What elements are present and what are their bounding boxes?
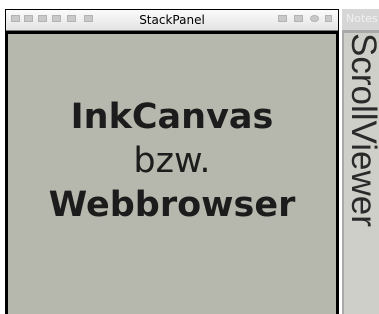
content-line-inkcanvas: InkCanvas [70,97,274,137]
content-line-bzw: bzw. [133,141,211,181]
notes-tab[interactable]: Notes [342,9,379,30]
right-pane: Notes ScrollViewer [342,9,379,314]
keyboard-icon[interactable] [278,15,287,22]
scroll-viewer-label: ScrollViewer [344,33,379,227]
content-line-webbrowser: Webbrowser [48,185,296,225]
stackpanel-window: StackPanel InkCanvas bzw. Webbrowser [5,9,339,314]
zoom-icon[interactable] [310,15,319,22]
title-bar: StackPanel [6,10,338,31]
notes-tab-label: Notes [346,12,378,25]
ink-canvas-area[interactable]: InkCanvas bzw. Webbrowser [8,34,336,314]
window-title: StackPanel [139,13,205,27]
close-icon[interactable] [325,15,332,22]
grid-icon[interactable] [294,15,303,22]
scroll-viewer[interactable]: ScrollViewer [344,33,379,314]
